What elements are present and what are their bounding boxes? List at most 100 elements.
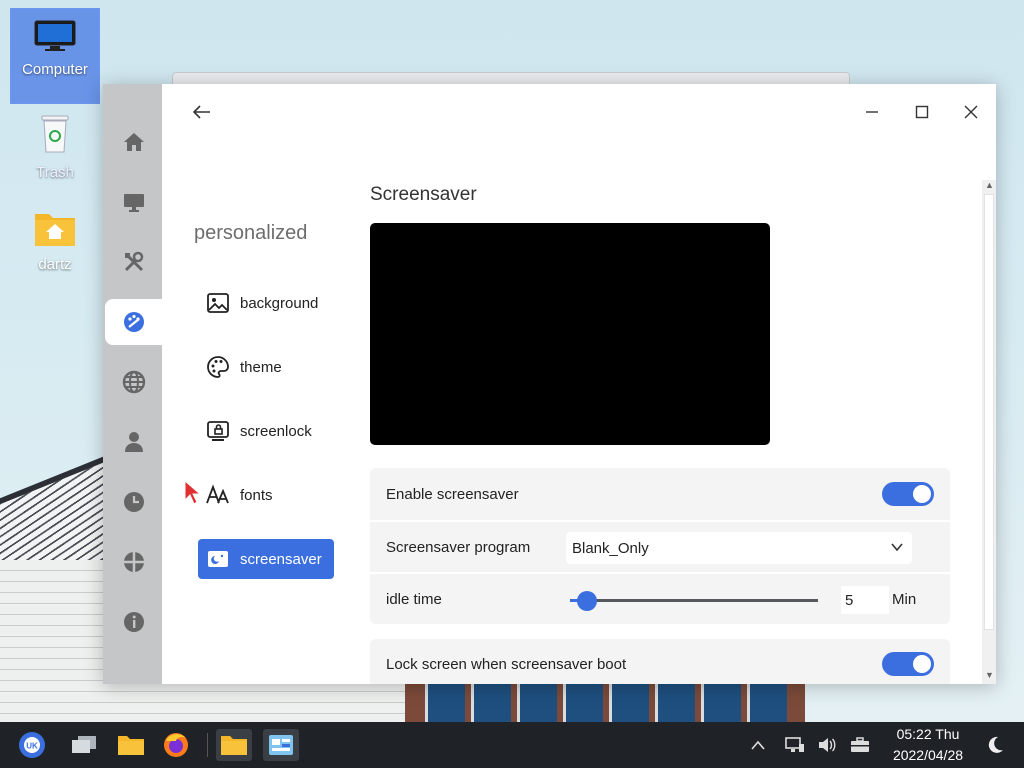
start-menu-button[interactable]: UK: [14, 729, 50, 761]
palette-icon: [123, 312, 144, 332]
screensaver-program-label: Screensaver program: [386, 538, 531, 556]
scroll-down-icon[interactable]: ▼: [985, 670, 994, 680]
nav-item-screensaver[interactable]: screensaver: [198, 539, 334, 579]
tray-toolbox[interactable]: [850, 735, 870, 755]
desktop-icon-home-folder[interactable]: dartz: [10, 208, 100, 273]
close-button[interactable]: [957, 98, 985, 126]
scrollbar-thumb[interactable]: [984, 194, 994, 630]
svg-text:UK: UK: [26, 742, 38, 751]
multitask-icon: [72, 736, 96, 753]
user-icon: [124, 432, 143, 452]
trash-icon: [41, 115, 69, 153]
palette-icon: [207, 356, 229, 378]
rail-about[interactable]: [105, 599, 162, 645]
nav-item-background[interactable]: background: [198, 283, 334, 323]
enable-screensaver-toggle[interactable]: [882, 482, 934, 506]
network-icon: [123, 552, 144, 572]
nav-item-label: background: [240, 294, 319, 312]
settings-window: personalized background theme screenlock…: [103, 84, 996, 684]
start-menu-icon: UK: [19, 732, 45, 758]
info-icon: [123, 612, 144, 632]
desktop-icon-label: dartz: [38, 256, 72, 273]
screensaver-settings-card: Enable screensaver Screensaver program B…: [370, 468, 950, 624]
enable-screensaver-row: Enable screensaver: [370, 468, 950, 520]
font-icon: [206, 484, 229, 504]
back-button[interactable]: [188, 98, 216, 126]
minimize-icon: [866, 111, 878, 113]
maximize-button[interactable]: [908, 98, 936, 126]
screensaver-program-row: Screensaver program Blank_Only: [370, 520, 950, 572]
idle-time-input[interactable]: [841, 586, 889, 614]
display-icon: [123, 194, 144, 212]
nav-item-screenlock[interactable]: screenlock: [198, 411, 334, 451]
settings-app-icon: [269, 735, 293, 755]
screensaver-program-value: Blank_Only: [572, 539, 649, 557]
clock-icon: [123, 492, 144, 512]
rail-account[interactable]: [105, 419, 162, 465]
idle-time-row: idle time Min: [370, 572, 950, 624]
nav-item-label: theme: [240, 358, 282, 376]
rail-display[interactable]: [105, 179, 162, 225]
idle-time-label: idle time: [386, 590, 442, 608]
rail-network[interactable]: [105, 359, 162, 405]
chevron-up-icon: [751, 740, 765, 750]
tray-expand-button[interactable]: [748, 735, 768, 755]
taskbar-separator: [207, 733, 208, 757]
lock-screen-toggle[interactable]: [882, 652, 934, 676]
close-icon: [964, 105, 978, 119]
nav-item-label: screensaver: [240, 550, 322, 568]
rail-datetime[interactable]: [105, 479, 162, 525]
tray-volume[interactable]: [817, 735, 837, 755]
nav-item-label: fonts: [240, 486, 273, 504]
mouse-cursor-icon: [184, 480, 202, 505]
lock-settings-card: Lock screen when screensaver boot: [370, 639, 950, 684]
rail-system[interactable]: [105, 239, 162, 285]
lock-screen-row: Lock screen when screensaver boot: [370, 639, 950, 684]
show-desktop-button[interactable]: [66, 729, 102, 761]
idle-time-slider-thumb[interactable]: [577, 591, 598, 611]
image-icon: [207, 293, 229, 313]
tray-night-mode[interactable]: [985, 735, 1005, 755]
desktop-icon-computer[interactable]: Computer: [10, 8, 100, 104]
volume-icon: [819, 738, 836, 752]
page-title: Screensaver: [370, 184, 477, 205]
desktop-icon-trash[interactable]: Trash: [10, 112, 100, 181]
scroll-up-icon[interactable]: ▲: [985, 180, 994, 190]
rail-update[interactable]: [105, 539, 162, 585]
home-folder-icon: [35, 214, 75, 246]
idle-time-slider[interactable]: [570, 591, 818, 611]
folder-icon: [118, 736, 144, 755]
screensaver-program-select[interactable]: Blank_Only: [566, 532, 912, 564]
taskbar-clock[interactable]: 05:22 Thu 2022/04/28: [882, 724, 974, 766]
minimize-button[interactable]: [858, 98, 886, 126]
nav-item-fonts[interactable]: fonts: [198, 475, 334, 515]
firefox-button[interactable]: [158, 729, 194, 761]
taskbar-settings-window[interactable]: [263, 729, 299, 761]
content-scrollbar[interactable]: ▲ ▼: [982, 180, 996, 684]
firefox-icon: [164, 733, 188, 757]
nav-item-label: screenlock: [240, 422, 312, 440]
lock-screen-label: Lock screen when screensaver boot: [386, 655, 627, 673]
network-status-icon: [785, 737, 804, 752]
rail-personalize[interactable]: [105, 299, 162, 345]
screensaver-icon: [208, 551, 228, 567]
monitor-icon: [34, 20, 76, 51]
moon-icon: [988, 736, 1003, 753]
desktop-icon-label: Trash: [36, 164, 74, 181]
file-manager-button[interactable]: [113, 729, 149, 761]
taskbar: UK 05:22 Thu 2022/04/28: [0, 722, 1024, 768]
tools-icon: [124, 251, 143, 272]
nav-item-theme[interactable]: theme: [198, 347, 334, 387]
taskbar-file-manager-window[interactable]: [216, 729, 252, 761]
category-rail: [103, 84, 162, 684]
home-icon: [123, 133, 144, 151]
desktop-icon-label: Computer: [22, 61, 88, 78]
screensaver-preview: [370, 223, 770, 445]
briefcase-icon: [851, 737, 869, 752]
rail-home[interactable]: [105, 119, 162, 165]
enable-screensaver-label: Enable screensaver: [386, 485, 519, 503]
idle-time-unit: Min: [892, 591, 917, 608]
chevron-down-icon: [891, 543, 903, 552]
tray-network[interactable]: [785, 735, 805, 755]
clock-date: 2022/04/28: [892, 747, 964, 763]
